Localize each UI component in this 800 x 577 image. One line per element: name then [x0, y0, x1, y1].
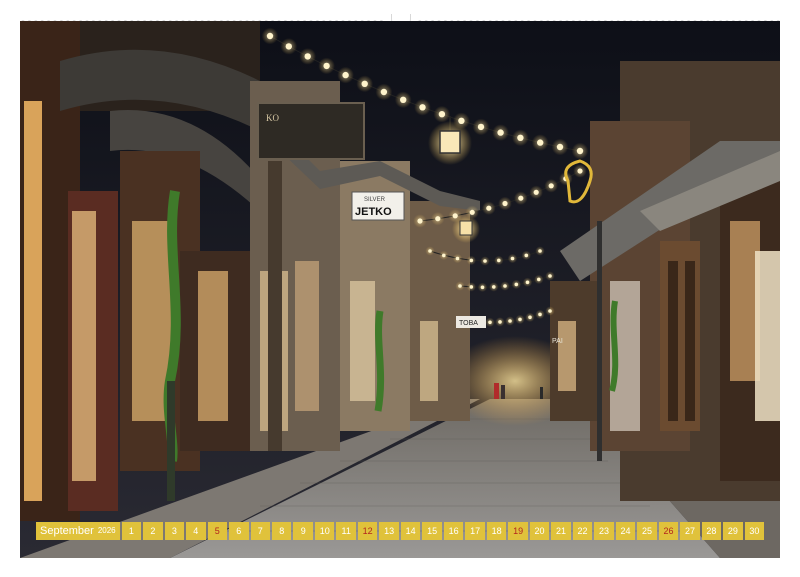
light-bulb: [538, 312, 542, 317]
light-bulb: [528, 315, 532, 320]
calendar-day: 10: [314, 522, 335, 540]
light-bulb: [502, 200, 508, 207]
light-bulb: [400, 96, 407, 104]
street-photo: KO SILVER JETKO TOBA PAI: [20, 21, 780, 558]
light-bulb: [577, 168, 583, 174]
sign-jetko-text: JETKO: [355, 206, 392, 218]
light-bulb: [458, 284, 462, 288]
calendar-day: 23: [594, 522, 614, 540]
calendar-day: 3: [164, 522, 185, 540]
light-bulb: [361, 80, 368, 87]
light-bulb: [438, 111, 446, 118]
calendar-day: 15: [422, 522, 442, 540]
light-bulb: [525, 280, 530, 285]
calendar-page: KO SILVER JETKO TOBA PAI September 2026 …: [0, 0, 800, 577]
light-bulb: [266, 32, 274, 40]
light-bulb: [576, 147, 584, 155]
light-bulb: [497, 258, 501, 263]
light-bulb: [458, 117, 465, 125]
calendar-day: 25: [637, 522, 657, 540]
light-bulb: [435, 216, 441, 222]
month-name: September: [40, 525, 94, 537]
light-bulb: [537, 277, 541, 282]
light-bulb: [503, 284, 507, 288]
light-bulb: [477, 123, 485, 131]
light-bulb: [419, 104, 426, 111]
night-street-scene: KO SILVER JETKO TOBA PAI: [20, 21, 780, 558]
calendar-day: 29: [723, 522, 743, 540]
calendar-day: 27: [680, 522, 700, 540]
light-bulb: [480, 285, 485, 290]
light-bulb: [380, 88, 388, 96]
year-label: 2026: [97, 526, 116, 535]
calendar-day: 11: [336, 522, 356, 540]
light-bulb: [533, 189, 539, 195]
calendar-day: 6: [229, 522, 249, 540]
light-bulb: [285, 43, 292, 50]
light-bulb: [469, 209, 475, 215]
calendar-day: 20: [529, 522, 550, 540]
light-bulb: [342, 71, 349, 79]
light-bulb: [442, 253, 446, 258]
calendar-day: 19: [508, 522, 528, 540]
calendar-days: 1 2 3 4 5 6 7 8 9 10 11 12 13 14 15 16 17 18 19 20 21 22 23 24 2…: [120, 522, 765, 540]
calendar-day: 14: [400, 522, 421, 540]
light-bulb: [488, 320, 492, 325]
calendar-day: 24: [615, 522, 636, 540]
calendar-day: 28: [701, 522, 722, 540]
light-bulb: [524, 253, 529, 258]
calendar-day: 21: [551, 522, 571, 540]
light-bulb: [510, 256, 515, 261]
light-bulb: [492, 285, 496, 289]
calendar-day: 1: [121, 522, 142, 540]
light-bulb: [517, 134, 524, 141]
light-bulb: [417, 218, 423, 224]
calendar-month-label: September 2026: [36, 522, 120, 540]
light-bulb: [486, 205, 492, 211]
calendar-day: 26: [658, 522, 679, 540]
light-bulb: [518, 317, 522, 322]
light-bulb: [548, 183, 554, 189]
light-bulb: [428, 249, 432, 253]
calendar-day: 5: [207, 522, 228, 540]
calendar-day: 12: [357, 522, 378, 540]
calendar-day: 2: [143, 522, 163, 540]
light-bulb: [548, 309, 552, 313]
light-bulb: [469, 285, 474, 289]
light-bulb: [304, 53, 311, 60]
light-bulb: [518, 195, 524, 201]
hanging-sign-text: KO: [266, 113, 279, 123]
mid-sign-text: TOBA: [459, 320, 478, 327]
light-bulb: [514, 282, 519, 287]
light-bulb: [455, 256, 460, 261]
calendar-day: 18: [486, 522, 507, 540]
light-bulb: [538, 249, 542, 253]
pai-sign-text: PAI: [552, 338, 563, 345]
light-bulb: [452, 213, 458, 219]
sign-silver-text: SILVER: [364, 197, 386, 203]
light-bulb: [548, 274, 552, 278]
calendar-day: 4: [186, 522, 206, 540]
calendar-day: 13: [379, 522, 399, 540]
light-bulb: [483, 259, 487, 263]
calendar-day: 16: [443, 522, 464, 540]
light-bulb: [498, 320, 502, 324]
calendar-day: 8: [272, 522, 292, 540]
calendar-strip: September 2026 1 2 3 4 5 6 7 8 9 10 11 12 13 14 15 16 17…: [36, 522, 765, 540]
light-bulb: [556, 143, 564, 151]
hanging-shop-sign: [257, 102, 365, 160]
calendar-day: 17: [465, 522, 485, 540]
calendar-day: 7: [250, 522, 270, 540]
light-bulb: [469, 258, 474, 263]
light-bulb: [323, 62, 330, 70]
light-bulb: [497, 129, 504, 136]
calendar-day: 9: [293, 522, 313, 540]
calendar-day: 30: [744, 522, 765, 540]
calendar-day: 22: [572, 522, 593, 540]
light-bulb: [508, 319, 512, 323]
light-bulb: [537, 139, 544, 146]
